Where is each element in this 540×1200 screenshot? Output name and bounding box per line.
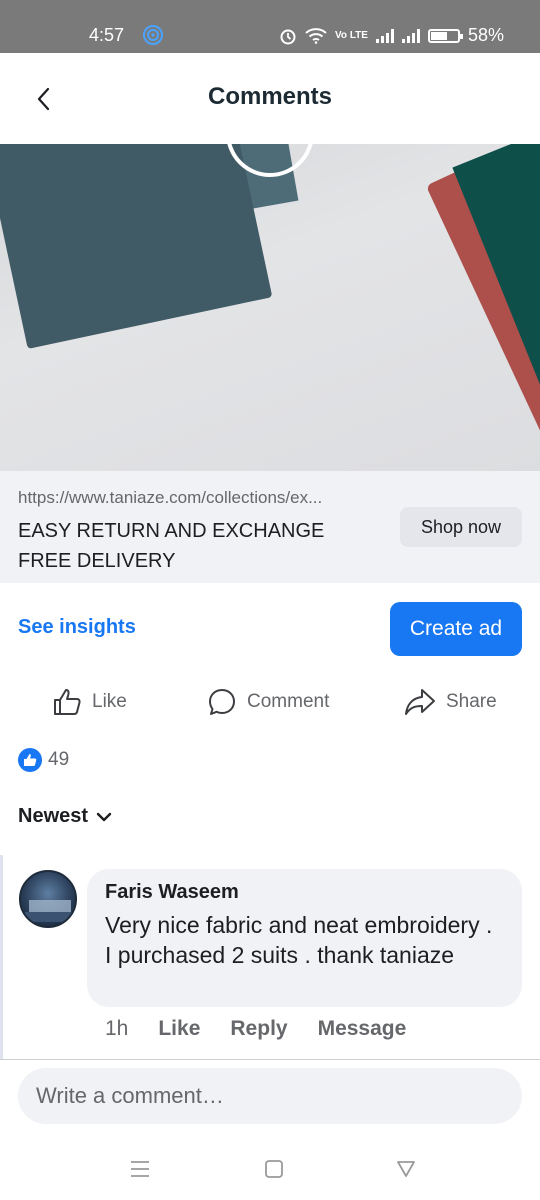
comment-reply-button[interactable]: Reply (230, 1017, 287, 1041)
recent-apps-button[interactable] (127, 1156, 153, 1182)
comment-meta: 1h Like Reply Message (105, 1017, 406, 1041)
sort-label: Newest (18, 805, 89, 827)
battery-percent: 58% (467, 25, 504, 45)
video-frame-fabric (0, 144, 273, 349)
app-notification-icon (142, 24, 164, 46)
signal-icon-1 (375, 28, 394, 43)
avatar[interactable] (19, 870, 77, 928)
share-icon (405, 689, 435, 715)
comment-author[interactable]: Faris Waseem (105, 881, 504, 904)
comment-item: Faris Waseem Very nice fabric and neat e… (0, 855, 540, 1060)
battery-level-fill (430, 31, 448, 40)
link-url: https://www.taniaze.com/collections/ex..… (18, 488, 323, 507)
share-action[interactable]: Share (404, 685, 497, 719)
system-nav-bar (0, 1140, 540, 1200)
link-headline-line: EASY RETURN AND EXCHANGE (18, 520, 325, 542)
status-indicators: Vo LTE 58% (279, 25, 504, 46)
create-ad-button[interactable]: Create ad (390, 602, 522, 656)
comment-label: Comment (247, 691, 330, 712)
comment-input[interactable] (18, 1068, 522, 1124)
reactions-summary[interactable]: 49 (18, 748, 69, 772)
like-label: Like (92, 691, 127, 712)
menu-icon (131, 1161, 149, 1177)
see-insights-link[interactable]: See insights (18, 616, 136, 639)
comment-like-button[interactable]: Like (158, 1017, 200, 1041)
thumbs-up-icon (54, 689, 81, 715)
wifi-icon (305, 27, 327, 44)
comment-thread-rail (0, 855, 3, 1060)
ad-video[interactable] (0, 144, 540, 471)
triangle-back-icon (397, 1161, 415, 1177)
comment-text: Very nice fabric and neat embroidery . I… (105, 912, 493, 968)
comment-icon (209, 689, 235, 715)
link-preview[interactable]: https://www.taniaze.com/collections/ex..… (0, 471, 540, 583)
shop-now-button[interactable]: Shop now (400, 507, 522, 547)
status-bar: 4:57 Vo LTE 58% (0, 0, 540, 53)
page-title: Comments (207, 83, 333, 110)
link-headline: EASY RETURN AND EXCHANGE FREE DELIVERY (18, 516, 324, 576)
link-headline-line: FREE DELIVERY (18, 550, 176, 572)
home-square-icon (265, 1160, 283, 1178)
divider (0, 1059, 540, 1060)
comment-action[interactable]: Comment (207, 685, 329, 719)
avatar-image-detail (25, 912, 75, 922)
back-nav-button[interactable] (393, 1156, 419, 1182)
comment-message-button[interactable]: Message (318, 1017, 407, 1041)
like-reaction-icon (18, 748, 42, 772)
header: Comments (0, 53, 540, 144)
like-action[interactable]: Like (52, 685, 127, 719)
chevron-down-icon (96, 812, 112, 821)
battery-icon (427, 28, 463, 43)
status-time: 4:57 (89, 25, 125, 45)
home-button[interactable] (261, 1156, 287, 1182)
signal-icon-2 (401, 28, 420, 43)
reaction-count: 49 (48, 749, 70, 770)
comment-sort-dropdown[interactable]: Newest (18, 805, 112, 828)
comment-time: 1h (105, 1017, 129, 1040)
alarm-icon (279, 27, 297, 45)
comment-bubble[interactable]: Faris Waseem Very nice fabric and neat e… (87, 869, 522, 1007)
share-label: Share (446, 691, 497, 712)
play-icon (255, 144, 285, 148)
volte-label: Vo LTE (335, 29, 368, 41)
